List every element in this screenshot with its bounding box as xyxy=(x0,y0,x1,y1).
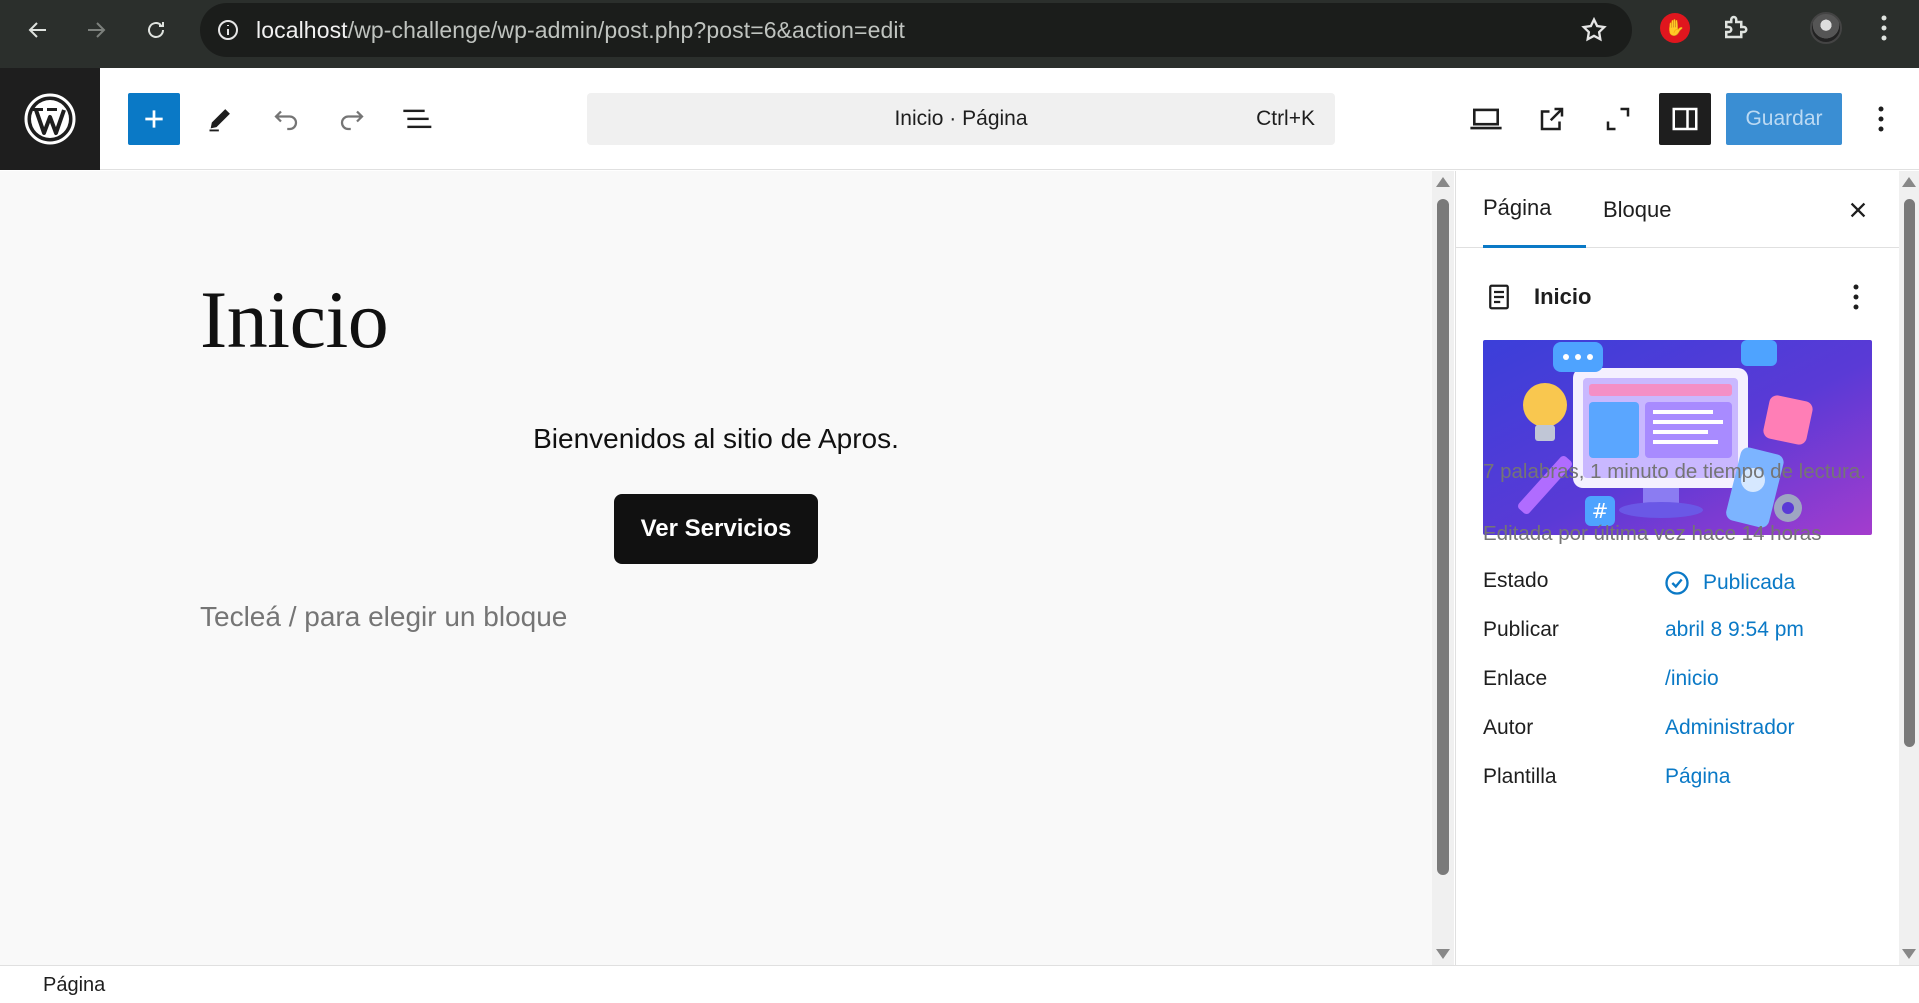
tab-bloque[interactable]: Bloque xyxy=(1603,171,1672,248)
scrollbar-thumb[interactable] xyxy=(1904,199,1915,747)
post-title[interactable]: Inicio xyxy=(200,273,389,367)
command-palette-bar[interactable]: Inicio · Página Ctrl+K xyxy=(587,93,1335,145)
page-document-icon xyxy=(1489,284,1509,310)
welcome-text: Bienvenidos al sitio de Apros. xyxy=(533,423,899,454)
back-icon[interactable] xyxy=(18,10,58,50)
options-menu-icon[interactable] xyxy=(1866,101,1896,137)
url-text: localhost/wp-challenge/wp-admin/post.php… xyxy=(256,17,905,44)
undo-icon[interactable] xyxy=(268,101,304,137)
canvas-scrollbar[interactable] xyxy=(1432,171,1454,965)
sidebar-scrollbar[interactable] xyxy=(1899,171,1919,965)
tab-pagina-label: Página xyxy=(1483,195,1552,220)
reload-icon[interactable] xyxy=(136,10,176,50)
buttons-block: Ver Servicios xyxy=(614,494,818,564)
extensions-puzzle-icon[interactable] xyxy=(1720,12,1750,47)
property-label: Autor xyxy=(1483,716,1534,739)
close-sidebar-icon[interactable] xyxy=(1841,193,1875,227)
tab-pagina[interactable]: Página xyxy=(1483,171,1586,248)
url-path: /wp-challenge/wp-admin/post.php?post=6&a… xyxy=(347,16,906,43)
editor-canvas: Inicio Bienvenidos al sitio de Apros. Ve… xyxy=(0,171,1432,965)
scroll-up-arrow-icon[interactable] xyxy=(1436,177,1450,187)
publish-date-value[interactable]: abril 8 9:54 pm xyxy=(1665,618,1804,642)
welcome-paragraph[interactable]: Bienvenidos al sitio de Apros. xyxy=(0,423,1432,455)
site-info-icon[interactable] xyxy=(214,16,242,44)
property-label: Enlace xyxy=(1483,667,1548,690)
plus-icon xyxy=(145,110,163,128)
document-actions-icon[interactable] xyxy=(1841,279,1871,315)
document-summary: Inicio xyxy=(1484,278,1874,316)
scroll-down-arrow-icon[interactable] xyxy=(1902,949,1916,959)
address-bar[interactable]: localhost/wp-challenge/wp-admin/post.php… xyxy=(200,3,1632,57)
redo-icon[interactable] xyxy=(334,101,370,137)
fullscreen-icon[interactable] xyxy=(1600,101,1636,137)
editor-footer: Página xyxy=(0,965,1919,1003)
sidebar-tabs: Página Bloque xyxy=(1456,171,1899,248)
featured-image[interactable]: # xyxy=(1483,340,1872,535)
scrollbar-thumb[interactable] xyxy=(1437,199,1449,875)
wordpress-logo-icon[interactable] xyxy=(0,68,100,170)
ver-servicios-button[interactable]: Ver Servicios xyxy=(614,494,818,564)
settings-sidebar-toggle[interactable] xyxy=(1659,93,1711,145)
template-value[interactable]: Página xyxy=(1665,765,1730,789)
breadcrumb[interactable]: Página xyxy=(43,974,105,997)
property-label: Plantilla xyxy=(1483,765,1557,788)
document-title: Inicio xyxy=(1534,284,1592,309)
scroll-down-arrow-icon[interactable] xyxy=(1436,949,1450,959)
command-shortcut: Ctrl+K xyxy=(1256,107,1315,130)
property-row-estado: Estado Publicada xyxy=(1483,569,1883,605)
url-host: localhost xyxy=(256,16,348,43)
bookmark-star-icon[interactable] xyxy=(1580,16,1608,49)
property-label: Publicar xyxy=(1483,618,1559,641)
tools-pencil-icon[interactable] xyxy=(202,101,238,137)
tab-bloque-label: Bloque xyxy=(1603,196,1672,222)
save-button[interactable]: Guardar xyxy=(1726,93,1842,145)
profile-avatar[interactable] xyxy=(1810,12,1842,44)
property-row-enlace: Enlace /inicio xyxy=(1483,667,1883,703)
property-row-publicar: Publicar abril 8 9:54 pm xyxy=(1483,618,1883,654)
property-label: Estado xyxy=(1483,569,1549,592)
scroll-up-arrow-icon[interactable] xyxy=(1902,177,1916,187)
status-value-label: Publicada xyxy=(1703,571,1796,594)
property-row-plantilla: Plantilla Página xyxy=(1483,765,1883,801)
permalink-value[interactable]: /inicio xyxy=(1665,667,1719,691)
block-appender[interactable]: Tecleá / para elegir un bloque xyxy=(200,601,567,633)
word-count: 7 palabras, 1 minuto de tiempo de lectur… xyxy=(1483,460,1866,483)
sidebar-panel-icon xyxy=(1672,107,1698,131)
property-row-autor: Autor Administrador xyxy=(1483,716,1883,752)
block-inserter-button[interactable] xyxy=(128,93,180,145)
command-bar-title: Inicio · Página xyxy=(894,107,1028,130)
browser-toolbar: localhost/wp-challenge/wp-admin/post.php… xyxy=(0,0,1919,68)
author-value[interactable]: Administrador xyxy=(1665,716,1795,740)
published-check-icon xyxy=(1665,571,1689,595)
status-value[interactable]: Publicada xyxy=(1663,569,1795,597)
document-overview-icon[interactable] xyxy=(400,101,436,137)
desktop-preview-icon[interactable] xyxy=(1468,101,1504,137)
settings-sidebar: Página Bloque Inicio # 7 palabras, 1 min… xyxy=(1455,171,1899,965)
browser-menu-icon[interactable] xyxy=(1872,12,1896,49)
view-page-external-icon[interactable] xyxy=(1534,101,1570,137)
forward-icon[interactable] xyxy=(76,10,116,50)
editor-header: Inicio · Página Ctrl+K Guardar xyxy=(0,68,1919,170)
extension-shield-icon[interactable]: ✋ xyxy=(1660,13,1690,43)
last-edited: Editada por última vez hace 14 horas xyxy=(1483,522,1822,545)
